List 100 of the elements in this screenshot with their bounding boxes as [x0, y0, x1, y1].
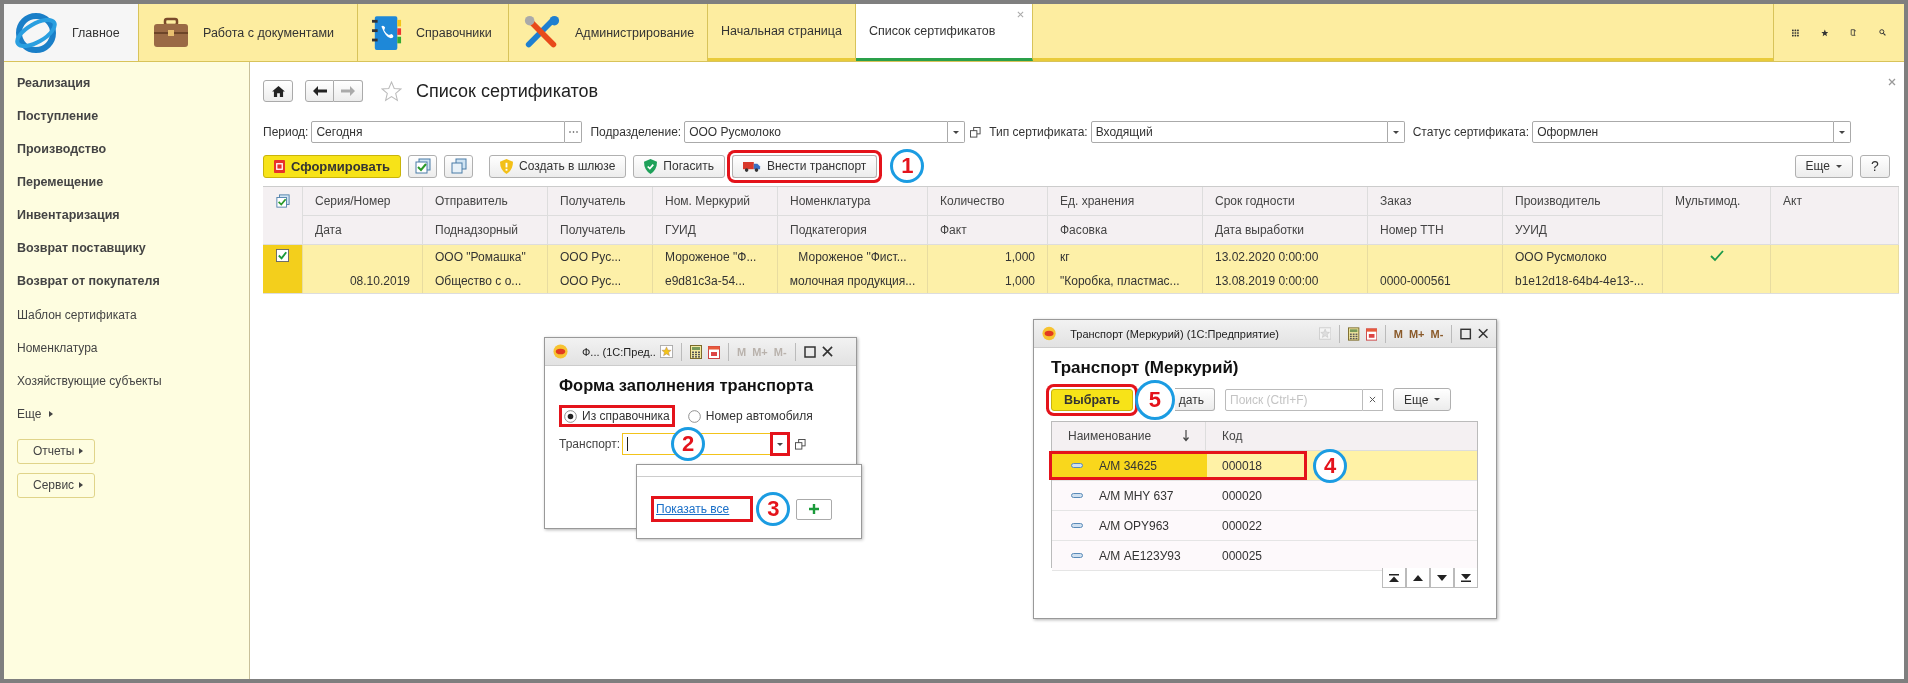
column-header[interactable]: УУИД — [1503, 216, 1663, 245]
page-title: Список сертификатов — [416, 80, 599, 102]
sidebar-item[interactable]: Производство — [17, 142, 107, 175]
table-cell: А/М OPY963 — [1052, 514, 1207, 537]
column-header[interactable]: Подкатегория — [778, 216, 928, 245]
column-header[interactable]: Получатель — [548, 187, 653, 216]
table-cell: "Коробка, пластмас... — [1048, 269, 1203, 293]
previous-button[interactable] — [1406, 568, 1430, 588]
report-icon — [274, 159, 285, 173]
filter-field[interactable]: Сегодня — [311, 121, 566, 143]
last-page-button[interactable] — [1454, 568, 1478, 588]
down-arrow-icon — [1437, 574, 1447, 581]
column-header[interactable]: Срок годности — [1203, 187, 1368, 216]
memory-button[interactable]: M- — [1430, 327, 1444, 340]
create-button[interactable]: дать — [1174, 388, 1215, 411]
column-header[interactable]: Количество — [928, 187, 1048, 216]
column-header[interactable]: Мультимод. — [1663, 187, 1771, 245]
sidebar-item[interactable]: Перемещение — [17, 175, 104, 208]
column-header[interactable]: Номенклатура — [778, 187, 928, 216]
column-header[interactable]: Дата — [303, 216, 423, 245]
caret-icon — [1836, 164, 1842, 168]
close-icon[interactable] — [821, 346, 833, 357]
column-header[interactable]: Ном. Меркурий — [653, 187, 778, 216]
radio-button[interactable] — [564, 409, 577, 423]
column-header[interactable]: Получатель — [548, 216, 653, 245]
home-button[interactable] — [263, 80, 293, 102]
column-header[interactable]: ГУИД — [653, 216, 778, 245]
column-header[interactable]: Факт — [928, 216, 1048, 245]
column-header[interactable]: Ед. хранения — [1048, 187, 1203, 216]
memory-button[interactable]: M — [1393, 327, 1403, 340]
show-all-link[interactable]: Показать все — [651, 496, 754, 522]
sidebar-item[interactable]: Шаблон сертификата — [17, 307, 137, 340]
next-button[interactable] — [1430, 568, 1454, 588]
sidebar-button[interactable]: Сервис — [17, 473, 95, 498]
table-row[interactable]: А/М MHY 637 000020 — [1052, 481, 1477, 511]
column-header[interactable]: Заказ — [1368, 187, 1503, 216]
section-tab[interactable]: Администрирование — [509, 4, 708, 61]
column-header[interactable]: Наименование — [1052, 422, 1206, 450]
sidebar-item[interactable]: Инвентаризация — [17, 208, 120, 241]
generate-button[interactable]: Сформировать — [263, 154, 402, 178]
toolbar-button[interactable]: Погасить — [633, 154, 725, 178]
column-header[interactable]: Номер ТТН — [1368, 216, 1503, 245]
back-button[interactable] — [305, 80, 334, 102]
search-field[interactable]: Поиск (Ctrl+F) — [1225, 388, 1363, 411]
star-icon[interactable] — [381, 80, 402, 102]
column-header[interactable]: Поднадзорный — [423, 216, 548, 245]
sidebar-item[interactable]: Номенклатура — [17, 340, 98, 373]
more-button[interactable]: Еще — [1393, 388, 1452, 411]
calendar-icon[interactable] — [1365, 326, 1377, 341]
table-cell: Мороженое "Ф... — [653, 245, 778, 269]
table-row[interactable]: А/М АЕ123У93 000025 — [1052, 541, 1477, 571]
calendar-icon[interactable] — [708, 344, 720, 359]
section-tab[interactable]: Главное — [4, 4, 139, 61]
check-all-icon[interactable] — [275, 194, 290, 208]
filter-label: Подразделение: — [590, 125, 682, 139]
page-tab[interactable]: Список сертификатов — [855, 4, 1033, 61]
sidebar-button[interactable]: Отчеты — [17, 439, 95, 464]
memory-button[interactable]: M+ — [1408, 327, 1425, 340]
sidebar-item[interactable]: Поступление — [17, 109, 99, 142]
calculator-icon[interactable] — [690, 344, 702, 359]
checkbox[interactable] — [276, 249, 289, 262]
calculator-icon[interactable] — [1348, 326, 1360, 341]
column-header[interactable]: Отправитель — [423, 187, 548, 216]
maximize-icon[interactable] — [803, 345, 816, 358]
table-cell: А/М MHY 637 — [1052, 484, 1207, 507]
first-page-button[interactable] — [1382, 568, 1406, 588]
table-cell: 13.02.2020 0:00:00 — [1203, 245, 1368, 269]
radio-option[interactable]: Номер автомобиля — [682, 405, 818, 427]
add-button[interactable] — [796, 498, 833, 520]
column-header[interactable]: Фасовка — [1048, 216, 1203, 245]
dropdown-button[interactable] — [770, 432, 791, 456]
sidebar-item[interactable]: Возврат поставщику — [17, 241, 146, 274]
transport-field[interactable] — [622, 433, 791, 455]
column-header[interactable]: Код — [1206, 422, 1259, 450]
column-header[interactable]: Акт — [1771, 187, 1899, 245]
filter-field[interactable]: Оформлен — [1532, 121, 1835, 143]
section-tab[interactable]: Работа с документами — [139, 4, 358, 61]
sidebar-item[interactable]: Хозяйствующие субъекты — [17, 373, 162, 406]
open-icon[interactable] — [970, 126, 982, 138]
dropdown-button[interactable] — [1834, 121, 1852, 143]
column-header[interactable]: Производитель — [1503, 187, 1663, 216]
sidebar-item[interactable]: Возврат от покупателя — [17, 274, 160, 307]
table-row[interactable]: А/М 34625 000018 4 — [1052, 451, 1477, 481]
radio-option[interactable]: Из справочника — [559, 405, 675, 427]
check-all-button[interactable] — [408, 154, 438, 178]
column-header[interactable]: Серия/Номер — [303, 187, 423, 216]
filter-field[interactable]: ООО Русмолоко — [684, 121, 949, 143]
help-button[interactable]: ? — [1860, 154, 1890, 178]
more-button[interactable]: Еще — [1794, 154, 1853, 178]
column-header[interactable]: Дата выработки — [1203, 216, 1368, 245]
open-icon[interactable] — [795, 438, 807, 450]
radio-button[interactable] — [687, 409, 701, 423]
maximize-icon[interactable] — [1460, 327, 1472, 340]
toolbar-button[interactable]: Создать в шлюзе — [489, 154, 627, 178]
close-icon[interactable] — [1477, 328, 1488, 339]
table-row[interactable]: А/М OPY963 000022 — [1052, 511, 1477, 541]
more-menu[interactable]: Еще — [17, 406, 54, 439]
section-tab[interactable]: Справочники — [358, 4, 509, 61]
sidebar-item[interactable]: Реализация — [17, 76, 91, 109]
filter-field[interactable]: Входящий — [1090, 121, 1388, 143]
